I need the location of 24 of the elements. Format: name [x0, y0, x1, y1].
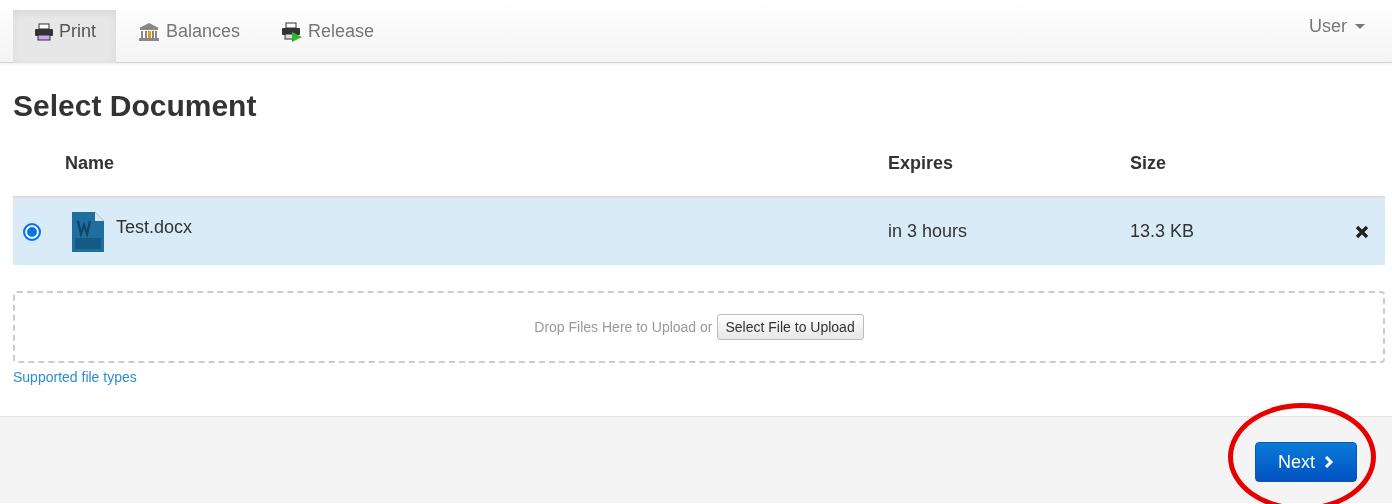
- select-file-button[interactable]: Select File to Upload: [716, 314, 864, 340]
- chevron-icon: [1324, 456, 1334, 468]
- column-header: Expires: [888, 153, 954, 173]
- next-button[interactable]: Next: [1255, 442, 1357, 482]
- column-header: Size: [1130, 153, 1167, 173]
- printer-icon: [34, 22, 54, 41]
- column-header: Name: [65, 153, 115, 173]
- nav-tab[interactable]: Print: [13, 10, 116, 63]
- user-menu[interactable]: User: [1309, 10, 1379, 62]
- nav-tab[interactable]: Release: [260, 10, 395, 63]
- expiry-time: in 3 hours: [888, 221, 968, 241]
- file-name: Test.docx: [116, 215, 193, 238]
- bank-icon: [137, 21, 161, 42]
- radio-button[interactable]: [23, 222, 41, 241]
- supported-file-types-link[interactable]: Supported file types: [13, 369, 1385, 386]
- drop-prompt: Drop Files Here to Upload or: [534, 319, 713, 335]
- file-size: 13.3 KB: [1130, 221, 1195, 241]
- nav-tab[interactable]: Balances: [116, 10, 261, 63]
- page-title: Select Document: [13, 89, 258, 123]
- caret-icon: [1355, 23, 1365, 29]
- word-document-icon: [72, 211, 104, 252]
- printer-play-icon: [281, 21, 304, 42]
- delete-icon[interactable]: [1355, 224, 1369, 239]
- drop-zone[interactable]: Drop Files Here to Upload or Select File to Upload: [13, 291, 1385, 363]
